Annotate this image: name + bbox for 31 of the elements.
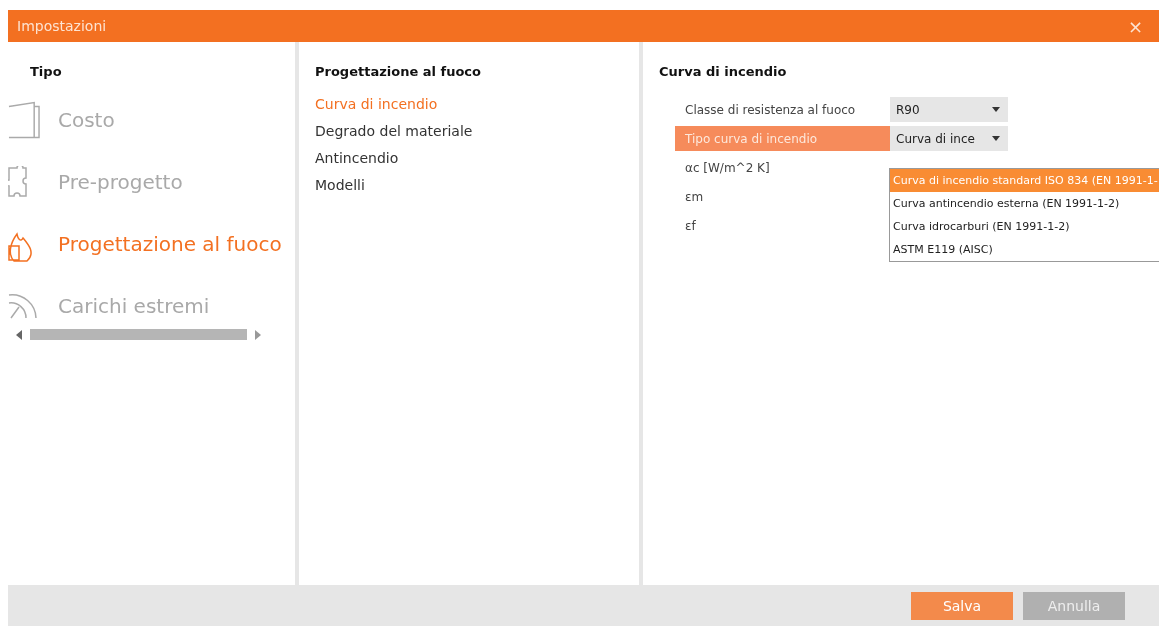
scroll-right-icon[interactable] — [255, 329, 261, 340]
caret-icon — [992, 107, 1000, 112]
panel-title: Progettazione al fuoco — [314, 63, 482, 79]
type-item[interactable]: Pre-progetto — [8, 163, 295, 201]
save-button[interactable]: Salva — [911, 591, 1013, 620]
cancel-button[interactable]: Annulla — [1023, 591, 1125, 620]
setting-label: εm — [684, 188, 705, 206]
panel-title: Curva di incendio — [658, 63, 788, 79]
section-item[interactable]: Degrado del materiale — [315, 123, 639, 139]
caret-icon — [992, 136, 1000, 141]
setting-label: εf — [684, 217, 697, 235]
close-button[interactable]: × — [1127, 15, 1143, 37]
puzzle-icon — [8, 166, 28, 198]
dropdown[interactable]: Curva di ince — [890, 126, 1008, 151]
type-item[interactable]: Costo — [8, 101, 295, 139]
gauge-icon — [8, 292, 38, 320]
dropdown-option[interactable]: Curva di incendio standard ISO 834 (EN 1991-1- — [890, 169, 1159, 192]
window-title: Impostazioni — [17, 18, 107, 34]
scroll-left-icon[interactable] — [16, 329, 22, 340]
setting-label: αc [W/m^2 K] — [684, 159, 771, 177]
type-item[interactable]: Progettazione al fuoco — [8, 225, 295, 263]
section-item[interactable]: Antincendio — [315, 150, 639, 166]
section-item[interactable]: Curva di incendio — [315, 96, 639, 112]
section-item[interactable]: Modelli — [315, 177, 639, 193]
book-icon — [8, 101, 40, 139]
panel-title: Tipo — [29, 63, 63, 79]
setting-label: Tipo curva di incendio — [675, 126, 890, 151]
type-item[interactable]: Carichi estremi — [8, 287, 295, 325]
scrollbar-thumb[interactable] — [30, 329, 247, 340]
setting-label: Classe di resistenza al fuoco — [684, 101, 857, 119]
dropdown[interactable]: R90 — [890, 97, 1008, 122]
